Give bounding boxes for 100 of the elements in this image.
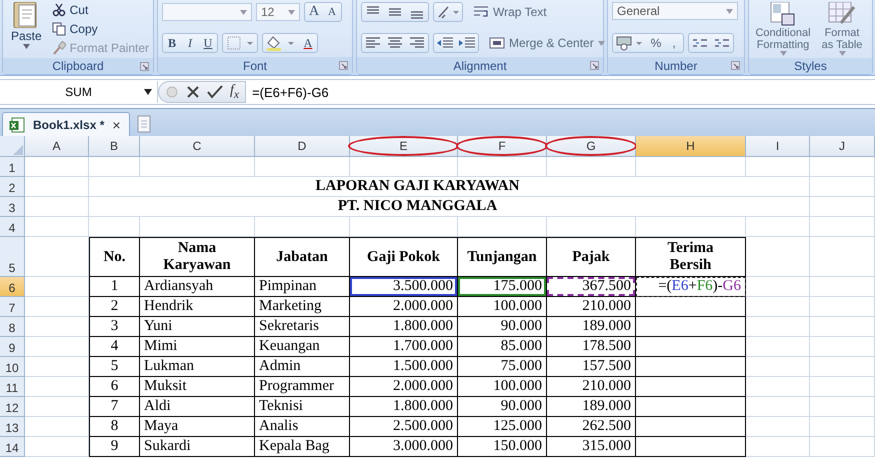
table-cell[interactable]: Pimpinan <box>255 277 350 297</box>
row-header[interactable]: 2 <box>0 177 25 197</box>
table-cell[interactable] <box>636 337 746 357</box>
empty-cell[interactable] <box>810 317 875 337</box>
empty-cell[interactable] <box>746 157 810 177</box>
row-header[interactable]: 3 <box>0 197 25 217</box>
table-cell[interactable]: Analis <box>255 417 350 437</box>
table-cell[interactable]: 210.000 <box>547 377 636 397</box>
name-box[interactable]: SUM <box>0 81 158 103</box>
table-cell[interactable]: 3 <box>89 317 140 337</box>
table-cell[interactable] <box>636 317 746 337</box>
formula-field[interactable]: =(E6+F6)-G6 <box>246 84 329 100</box>
font-size-field[interactable]: 12 <box>256 3 300 21</box>
column-header[interactable]: F <box>458 136 547 157</box>
empty-cell[interactable] <box>810 157 875 177</box>
table-cell[interactable]: 189.000 <box>547 317 636 337</box>
format-as-table-button[interactable]: Format as Table <box>819 2 865 56</box>
table-cell[interactable]: 125.000 <box>458 417 547 437</box>
table-cell[interactable]: 3.000.000 <box>350 437 458 457</box>
empty-cell[interactable] <box>810 377 875 397</box>
font-style-button[interactable]: I <box>181 34 199 52</box>
column-header[interactable]: I <box>746 136 810 157</box>
column-header[interactable]: H <box>636 136 746 157</box>
empty-cell[interactable] <box>810 397 875 417</box>
table-cell[interactable]: 175.000 <box>458 277 547 297</box>
row-header[interactable]: 5 <box>0 237 25 277</box>
empty-cell[interactable] <box>810 277 875 297</box>
empty-cell[interactable] <box>746 217 810 237</box>
clipboard-button[interactable]: Copy <box>52 21 149 37</box>
table-cell[interactable]: Sekretaris <box>255 317 350 337</box>
table-cell[interactable] <box>636 397 746 417</box>
column-header[interactable]: A <box>25 136 89 157</box>
clipboard-button[interactable]: Cut <box>52 2 149 18</box>
comma-button[interactable]: , <box>665 34 683 52</box>
select-all-button[interactable] <box>0 136 25 157</box>
table-cell[interactable]: 9 <box>89 437 140 457</box>
table-cell[interactable]: 5 <box>89 357 140 377</box>
table-cell[interactable]: Aldi <box>140 397 255 417</box>
table-cell[interactable]: Muksit <box>140 377 255 397</box>
empty-cell[interactable] <box>810 417 875 437</box>
insert-function-button[interactable]: f$_{x}$ <box>230 83 240 101</box>
table-cell[interactable]: 2 <box>89 297 140 317</box>
shrink-font-button[interactable]: A <box>323 3 341 21</box>
row-header[interactable]: 1 <box>0 157 25 177</box>
table-cell[interactable]: 1.800.000 <box>350 397 458 417</box>
workbook-tab[interactable]: Book1.xlsx * × <box>2 112 130 136</box>
column-header[interactable]: D <box>255 136 350 157</box>
table-cell[interactable]: 1.800.000 <box>350 317 458 337</box>
table-cell[interactable] <box>636 377 746 397</box>
empty-cell[interactable] <box>810 237 875 277</box>
table-cell[interactable]: Lukman <box>140 357 255 377</box>
row-header[interactable]: 6 <box>0 277 25 297</box>
table-cell[interactable]: Kepala Bag <box>255 437 350 457</box>
table-cell[interactable]: 2.000.000 <box>350 377 458 397</box>
table-cell[interactable]: Yuni <box>140 317 255 337</box>
table-cell[interactable]: 2.000.000 <box>350 297 458 317</box>
conditional-formatting-button[interactable]: Conditional Formatting <box>753 2 813 56</box>
table-cell[interactable]: Hendrik <box>140 297 255 317</box>
table-cell[interactable]: 315.000 <box>547 437 636 457</box>
table-cell[interactable]: 178.500 <box>547 337 636 357</box>
table-cell[interactable] <box>636 357 746 377</box>
merge-center-button[interactable]: Merge & Center <box>489 35 605 52</box>
column-header[interactable]: C <box>140 136 255 157</box>
dialog-launcher-icon[interactable] <box>590 61 599 70</box>
row-header[interactable]: 14 <box>0 437 25 457</box>
cancel-icon[interactable] <box>186 85 200 99</box>
table-cell[interactable]: Programmer <box>255 377 350 397</box>
table-cell[interactable]: 150.000 <box>458 437 547 457</box>
percent-button[interactable]: % <box>647 34 665 52</box>
dialog-launcher-icon[interactable] <box>339 61 348 70</box>
row-header[interactable]: 4 <box>0 217 25 237</box>
table-cell[interactable]: 1.500.000 <box>350 357 458 377</box>
empty-cell[interactable] <box>810 297 875 317</box>
table-cell[interactable]: 262.500 <box>547 417 636 437</box>
table-cell[interactable]: 6 <box>89 377 140 397</box>
empty-cell[interactable] <box>810 437 875 457</box>
table-cell[interactable]: 90.000 <box>458 317 547 337</box>
table-cell[interactable]: 100.000 <box>458 297 547 317</box>
table-cell[interactable]: 100.000 <box>458 377 547 397</box>
table-cell[interactable]: 85.000 <box>458 337 547 357</box>
empty-cell[interactable] <box>810 357 875 377</box>
table-cell[interactable] <box>636 297 746 317</box>
table-cell[interactable]: =(E6+F6)-G6 <box>636 277 746 297</box>
table-cell[interactable]: 2.500.000 <box>350 417 458 437</box>
row-header[interactable]: 13 <box>0 417 25 437</box>
empty-cell[interactable] <box>810 217 875 237</box>
row-header[interactable]: 9 <box>0 337 25 357</box>
table-cell[interactable]: Admin <box>255 357 350 377</box>
number-format-field[interactable]: General <box>612 2 738 20</box>
dialog-launcher-icon[interactable] <box>731 61 740 70</box>
table-cell[interactable]: Teknisi <box>255 397 350 417</box>
grow-font-button[interactable]: A <box>305 3 323 21</box>
row-header[interactable]: 8 <box>0 317 25 337</box>
empty-cell[interactable] <box>810 177 875 197</box>
table-cell[interactable]: 1 <box>89 277 140 297</box>
font-name-field[interactable] <box>162 3 252 21</box>
table-cell[interactable]: 189.000 <box>547 397 636 417</box>
table-cell[interactable] <box>636 417 746 437</box>
close-button[interactable]: × <box>112 116 121 132</box>
table-cell[interactable]: 1.700.000 <box>350 337 458 357</box>
